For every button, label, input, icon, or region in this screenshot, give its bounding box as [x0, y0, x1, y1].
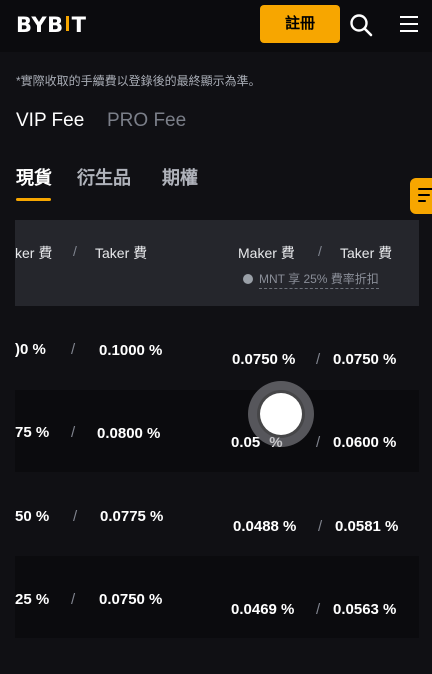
cell-separator: / — [316, 351, 321, 368]
right-taker-cell: 0.0563 % — [333, 601, 397, 618]
left-maker-cell: 50 % — [15, 508, 50, 525]
assistive-touch-dot — [260, 393, 302, 435]
cell-separator: / — [71, 341, 76, 358]
mnt-coin-icon — [243, 274, 253, 284]
left-taker-cell: 0.1000 % — [99, 342, 163, 359]
tab-spot[interactable]: 現貨 — [16, 164, 52, 190]
mnt-discount-note[interactable]: MNT 享 25% 費率折扣 — [243, 270, 379, 289]
right-maker-header: Maker 費 — [238, 245, 295, 261]
menu-icon[interactable] — [399, 15, 419, 33]
header-separator: / — [73, 243, 77, 259]
tab-vip-fee[interactable]: VIP Fee — [16, 110, 84, 132]
left-taker-cell: 0.0750 % — [99, 591, 163, 608]
logo-text-start: BYB — [16, 13, 64, 37]
tab-options[interactable]: 期權 — [162, 164, 198, 190]
tab-pro-fee[interactable]: PRO Fee — [107, 110, 186, 132]
logo-text-end: T — [71, 13, 87, 37]
fee-table-header — [15, 220, 419, 306]
right-taker-cell: 0.0600 % — [333, 434, 397, 451]
cell-separator: / — [316, 434, 321, 451]
logo-accent-bar — [65, 16, 69, 31]
left-taker-header: Taker 費 — [95, 245, 148, 261]
right-taker-cell: 0.0750 % — [333, 351, 397, 368]
left-maker-header: ker 費 — [15, 245, 53, 261]
left-maker-cell: )0 % — [15, 341, 46, 358]
cell-separator: / — [71, 591, 76, 608]
bybit-logo[interactable]: BYB T — [16, 13, 86, 37]
left-maker-cell: 75 % — [15, 424, 50, 441]
right-maker-cell: 0.0750 % — [232, 351, 296, 368]
fee-disclaimer: *實際收取的手續費以登錄後的最終顯示為準。 — [16, 74, 261, 88]
cell-separator: / — [318, 518, 323, 535]
active-tab-indicator — [16, 198, 51, 201]
assistive-touch-button[interactable] — [248, 381, 314, 447]
left-taker-cell: 0.0775 % — [100, 508, 164, 525]
left-taker-cell: 0.0800 % — [97, 425, 161, 442]
tab-derivatives[interactable]: 衍生品 — [77, 164, 131, 190]
search-icon[interactable] — [349, 13, 373, 37]
row-band — [15, 556, 419, 638]
mnt-discount-text: MNT 享 25% 費率折扣 — [259, 272, 379, 289]
right-maker-cell: 0.0469 % — [231, 601, 295, 618]
right-taker-cell: 0.0581 % — [335, 518, 399, 535]
register-button[interactable]: 註冊 — [260, 5, 340, 43]
top-header: BYB T 註冊 — [0, 0, 432, 52]
left-maker-cell: 25 % — [15, 591, 50, 608]
right-maker-cell: 0.0488 % — [233, 518, 297, 535]
cell-separator: / — [316, 601, 321, 618]
right-taker-header: Taker 費 — [340, 245, 393, 261]
filter-icon[interactable] — [410, 178, 432, 214]
header-separator: / — [318, 243, 322, 259]
row-band — [15, 390, 419, 472]
cell-separator: / — [73, 508, 78, 525]
cell-separator: / — [71, 424, 76, 441]
